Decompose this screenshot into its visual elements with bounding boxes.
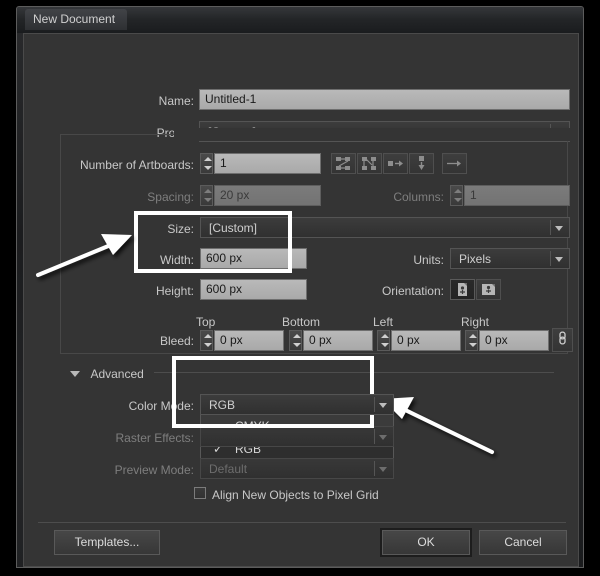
- stepper-up-icon: [204, 334, 212, 338]
- size-label: Size:: [167, 222, 194, 236]
- triangle-down-icon: [70, 370, 80, 377]
- spacing-stepper[interactable]: [200, 185, 213, 206]
- bleed-col-top: Top: [196, 315, 216, 329]
- bleed-bottom-input[interactable]: 0 px: [303, 330, 373, 351]
- advanced-disclosure[interactable]: Advanced: [70, 365, 144, 383]
- raster-effects-label: Raster Effects:: [115, 431, 194, 445]
- bleed-top-stepper[interactable]: [200, 330, 213, 351]
- stepper-down-icon: [204, 166, 212, 170]
- raster-effects-dropdown[interactable]: [200, 426, 394, 447]
- left-to-right-icon[interactable]: [442, 153, 467, 174]
- grid-by-row-icon[interactable]: [331, 153, 356, 174]
- bleed-col-bottom: Bottom: [282, 315, 321, 329]
- raster-effects-separator: [374, 429, 375, 444]
- bleed-right-stepper[interactable]: [465, 330, 478, 351]
- preview-mode-separator: [374, 461, 375, 476]
- size-dropdown[interactable]: [Custom]: [200, 217, 570, 238]
- footer-divider: [38, 522, 566, 523]
- size-value: [Custom]: [209, 221, 258, 235]
- templates-button[interactable]: Templates...: [54, 530, 160, 555]
- align-pixel-grid-label: Align New Objects to Pixel Grid: [212, 488, 379, 502]
- width-label: Width:: [159, 253, 194, 267]
- bleed-right-input[interactable]: 0 px: [479, 330, 549, 351]
- bleed-col-right: Right: [461, 315, 490, 329]
- stepper-up-icon: [204, 157, 212, 161]
- arrange-by-row-icon[interactable]: [383, 153, 408, 174]
- advanced-label: Advanced: [90, 366, 144, 381]
- orientation-label: Orientation:: [381, 284, 444, 298]
- height-label: Height:: [155, 284, 194, 298]
- name-input[interactable]: Untitled-1: [199, 89, 570, 110]
- units-value: Pixels: [459, 252, 492, 266]
- dialog-title: New Document: [25, 9, 128, 30]
- stepper-down-icon: [204, 343, 212, 347]
- stepper-up-icon: [469, 334, 477, 338]
- link-chain-icon[interactable]: [552, 328, 573, 352]
- units-label: Units:: [413, 253, 444, 267]
- stepper-down-icon: [293, 343, 301, 347]
- group-frame-gap: [174, 128, 574, 141]
- units-separator: [550, 251, 551, 266]
- advanced-divider: [154, 372, 554, 373]
- columns-label: Columns:: [393, 190, 444, 204]
- bleed-top-input[interactable]: 0 px: [214, 330, 284, 351]
- bleed-left-stepper[interactable]: [377, 330, 390, 351]
- size-separator: [550, 220, 551, 235]
- color-mode-label: Color Mode:: [128, 399, 194, 413]
- columns-stepper[interactable]: [450, 185, 463, 206]
- bleed-left-input[interactable]: 0 px: [391, 330, 461, 351]
- columns-input[interactable]: 1: [464, 185, 570, 206]
- artboards-stepper[interactable]: [200, 153, 213, 174]
- width-input[interactable]: 600 px: [200, 248, 307, 269]
- stepper-up-icon: [381, 334, 389, 338]
- stepper-down-icon: [381, 343, 389, 347]
- height-input[interactable]: 600 px: [200, 279, 307, 300]
- color-mode-value: RGB: [209, 398, 236, 412]
- preview-mode-dropdown[interactable]: Default: [200, 458, 394, 479]
- stepper-up-icon: [204, 189, 212, 193]
- chevron-down-icon: [379, 466, 387, 472]
- stepper-down-icon: [469, 343, 477, 347]
- spacing-label: Spacing:: [147, 190, 194, 204]
- stepper-down-icon: [454, 198, 462, 202]
- chevron-down-icon: [555, 256, 563, 262]
- ok-button[interactable]: OK: [380, 528, 472, 557]
- preview-mode-label: Preview Mode:: [114, 463, 194, 477]
- chevron-down-icon: [555, 225, 563, 231]
- bleed-col-left: Left: [373, 315, 394, 329]
- chevron-down-icon: [379, 402, 387, 408]
- portrait-icon[interactable]: [450, 279, 475, 300]
- dialog-titlebar[interactable]: New Document: [17, 7, 583, 33]
- bleed-label: Bleed:: [159, 334, 194, 348]
- color-mode-separator: [374, 397, 375, 412]
- grid-by-column-icon[interactable]: [357, 153, 382, 174]
- color-mode-dropdown[interactable]: RGB: [200, 394, 394, 415]
- cancel-button[interactable]: Cancel: [479, 530, 567, 555]
- chevron-down-icon: [379, 434, 387, 440]
- stepper-up-icon: [454, 189, 462, 193]
- stepper-up-icon: [293, 334, 301, 338]
- name-label: Name:: [158, 94, 194, 108]
- artboards-input[interactable]: 1: [214, 153, 321, 174]
- new-document-dialog: New Document Name: Untitled-1 Profile: […: [16, 6, 584, 568]
- spacing-input[interactable]: 20 px: [214, 185, 321, 206]
- landscape-icon[interactable]: [476, 279, 501, 300]
- units-dropdown[interactable]: Pixels: [450, 248, 570, 269]
- stepper-down-icon: [204, 198, 212, 202]
- arrange-by-column-icon[interactable]: [409, 153, 434, 174]
- artboards-label: Number of Artboards:: [79, 158, 194, 172]
- align-pixel-grid-checkbox[interactable]: [194, 487, 206, 499]
- preview-mode-value: Default: [209, 462, 248, 476]
- bleed-bottom-stepper[interactable]: [289, 330, 302, 351]
- dialog-body: Name: Untitled-1 Profile: [Custom] Numbe…: [23, 33, 579, 567]
